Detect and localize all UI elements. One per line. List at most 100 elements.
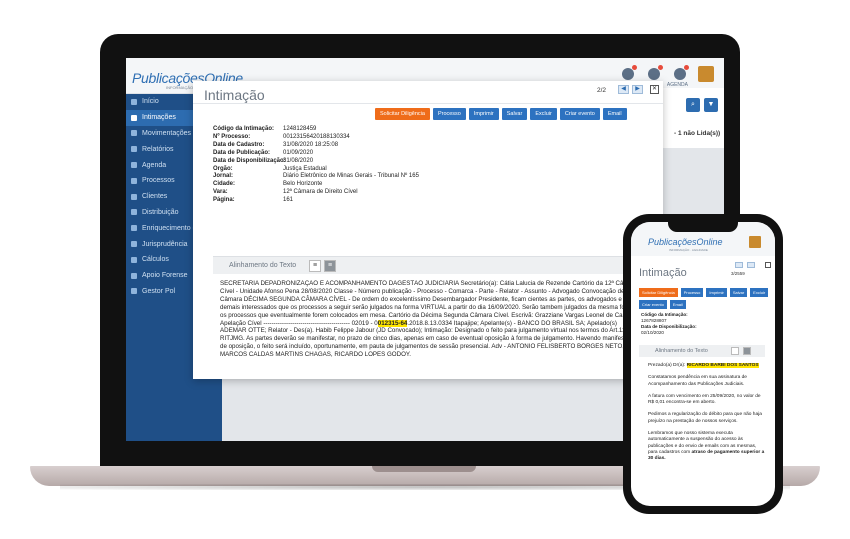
processo-button[interactable]: Processo — [432, 108, 466, 120]
align-left-icon[interactable]: ≡ — [309, 260, 321, 272]
intimacao-modal: Intimação 2/2 ◀ ▶ ✕ Solicitar Diligência… — [193, 81, 663, 379]
laptop-notch — [372, 466, 476, 472]
book-icon — [131, 272, 137, 279]
field-label: Data de Disponibilização: — [213, 157, 286, 164]
text-line: RITJMG. As partes deverão se manifestar,… — [220, 335, 626, 343]
highlighted-process-number: 012315-64 — [377, 319, 408, 327]
excluir-button[interactable]: Excluir — [530, 108, 557, 120]
salvar-button[interactable]: Salvar — [729, 288, 748, 297]
paragraph: Pedimos a regularização do débito para q… — [648, 412, 762, 424]
text-line: Apelação Cível -------------------------… — [220, 319, 617, 327]
email-button[interactable]: Email — [602, 108, 627, 120]
next-icon[interactable]: ▶ — [632, 85, 643, 94]
text-line: SECRETARIA DEPADRONIZAÇÃO E ACOMPANHAMEN… — [220, 280, 629, 287]
megaphone-icon — [131, 114, 137, 121]
field-row: Nº Processo: 00123156420188130334 — [213, 134, 419, 142]
avatar[interactable] — [749, 236, 761, 248]
field-row: Código da Intimação: 1248128459 — [213, 126, 419, 134]
prev-icon[interactable]: ◀ — [618, 85, 629, 94]
calendar-icon — [131, 162, 137, 169]
email-button[interactable]: Email — [669, 300, 686, 309]
unread-count: - 1 não Lida(s)) — [674, 130, 721, 137]
imprimir-button[interactable]: Imprimir — [706, 288, 727, 297]
calculator-icon — [131, 256, 137, 263]
text-line: demais interessados que os processos a s… — [220, 303, 625, 311]
phone-logo[interactable]: PublicaçõesOnline — [648, 237, 723, 247]
field-row: Data de Cadastro: 31/08/2020 18:25:08 — [213, 142, 419, 150]
salvar-button[interactable]: Salvar — [501, 108, 528, 120]
excluir-button[interactable]: Excluir — [750, 288, 769, 297]
main-toolbar: ⌕ ▼ — [686, 98, 718, 112]
field-value: 161 — [283, 197, 294, 204]
next-icon[interactable] — [747, 262, 755, 268]
avatar[interactable] — [698, 66, 714, 82]
field-label: Cidade: — [213, 181, 236, 188]
field-row: Data de Publicação: 01/09/2020 — [213, 150, 419, 158]
folder-icon — [131, 177, 137, 184]
field-value: 1248128459 — [283, 126, 317, 132]
prev-icon[interactable] — [735, 262, 743, 268]
field-value: 31/08/2020 — [283, 157, 314, 164]
text-line: os processos que eventualmente forem col… — [220, 311, 625, 319]
align-justify-icon[interactable]: ≡ — [324, 260, 336, 272]
phone-logo-tagline: INFORMAÇÃO · AGILIDADE — [669, 248, 708, 252]
field-value: 31/08/2020 18:25:08 — [283, 141, 339, 148]
processo-button[interactable]: Processo — [680, 288, 704, 297]
align-left-icon[interactable] — [731, 347, 739, 355]
close-icon[interactable]: ✕ — [650, 85, 659, 94]
field-row: Página: 161 — [213, 197, 419, 205]
field-row: Data de Disponibilização: 31/08/2020 — [213, 158, 419, 166]
field-row: Jornal: Diário Eletrônico de Minas Gerais… — [213, 173, 419, 181]
field-label: Nº Processo: — [213, 133, 251, 140]
phone-fields: Código da Intimação: 1267828807 Data de … — [641, 312, 697, 336]
paragraph: Lembramos que nosso sistema executa auto… — [648, 431, 765, 462]
alert-icon[interactable] — [648, 65, 663, 80]
field-label: Jornal: — [213, 173, 234, 180]
field-label: Data de Publicação: — [213, 149, 271, 156]
field-label: Vara: — [213, 189, 228, 196]
intimacao-fields: Código da Intimação: 1248128459 Nº Proces… — [213, 126, 419, 205]
close-icon[interactable] — [765, 262, 771, 268]
paragraph: A fatura com vencimento em 25/09/2020, n… — [648, 393, 761, 406]
topbar-icons — [622, 65, 689, 80]
field-label: Código da Intimação: — [213, 126, 275, 132]
intimacao-text: SECRETARIA DEPADRONIZAÇÃO E ACOMPANHAMEN… — [220, 280, 663, 373]
modal-pager: 2/2 — [597, 87, 607, 94]
field-value: 12ª Câmara de Direito Cível — [283, 189, 358, 196]
check-icon — [131, 225, 137, 232]
solicitar-diligencia-button[interactable]: Solicitar Diligência — [375, 108, 430, 120]
solicitar-diligencia-button[interactable]: Solicitar Diligência — [639, 288, 678, 297]
search-button[interactable]: ⌕ — [686, 98, 700, 112]
users-icon — [131, 193, 137, 200]
criar-evento-button[interactable]: Criar evento — [639, 300, 667, 309]
modal-title: Intimação — [204, 87, 265, 103]
alignment-label: Alinhamento do Texto — [229, 262, 297, 269]
home-icon — [131, 98, 137, 105]
field-label: Data de Disponibilização: — [641, 324, 697, 329]
imprimir-button[interactable]: Imprimir — [468, 108, 499, 120]
globe-icon — [131, 288, 137, 295]
field-value: 01/09/2020 — [283, 149, 314, 156]
alignment-bar: Alinhamento do Texto ≡ ≡ — [213, 256, 663, 274]
phone-alignment-bar: Alinhamento do Texto — [639, 345, 765, 357]
phone-pager: 3/2559 — [731, 271, 745, 276]
field-label: Código da Intimação: — [641, 312, 688, 317]
phone-title: Intimação — [639, 267, 687, 279]
criar-evento-button[interactable]: Criar evento — [559, 108, 600, 120]
text-line: de oposição, o feito será incluído, opor… — [220, 343, 624, 351]
notification-icon[interactable] — [622, 65, 637, 80]
text-line: MARCOS CALDAS MARTINS CHAGAS, RICARDO LO… — [220, 351, 411, 359]
field-label: Página: — [213, 197, 235, 204]
calendar-icon[interactable] — [674, 65, 689, 80]
paragraph: Constatamos pendência em sua assinatura … — [648, 375, 747, 387]
gavel-icon — [131, 241, 137, 248]
filter-button[interactable]: ▼ — [704, 98, 718, 112]
field-value: 02/10/2020 — [641, 330, 664, 335]
phone-message: Prezado(a) Dr(a): RICARDO BARBI DOS SANT… — [648, 363, 765, 462]
chart-icon — [131, 146, 137, 153]
text-line: ADEMAR OTTE; Relator - Des(a). Habib Fel… — [220, 327, 626, 335]
align-justify-icon[interactable] — [743, 347, 751, 355]
field-label: Data de Cadastro: — [213, 141, 265, 148]
text-line: Cível - Unidade Afonso Pena 28/08/2020 C… — [220, 287, 625, 295]
highlighted-name: RICARDO BARBI DOS SANTOS — [686, 363, 759, 368]
